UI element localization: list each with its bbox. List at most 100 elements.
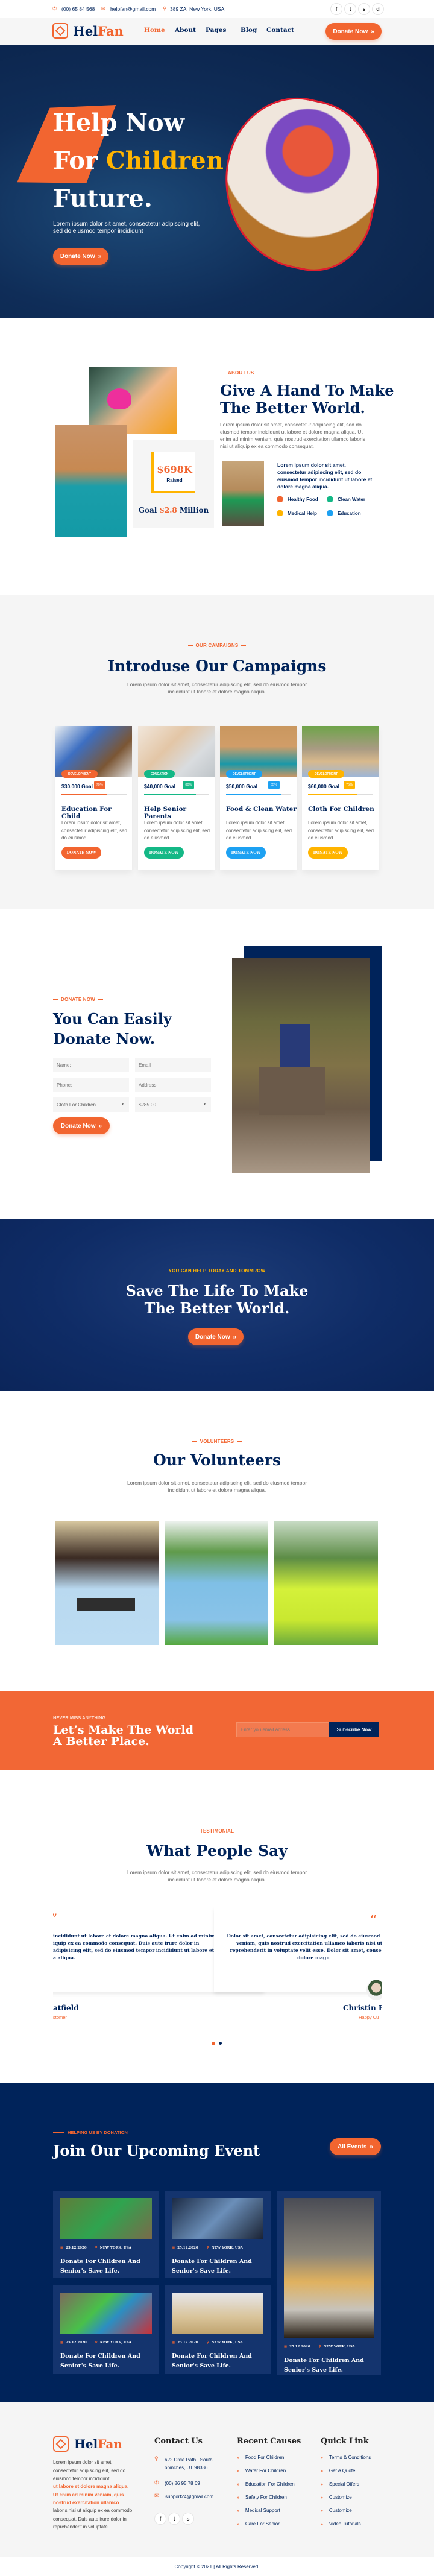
logo-text-a: Hel bbox=[73, 23, 98, 39]
event-card[interactable]: ▦ 25.12.2020 ⚲ NEW YORK, USA Donate For Chil… bbox=[165, 2285, 271, 2374]
footer-link[interactable]: » Video Tutorials bbox=[321, 2521, 361, 2527]
event-card[interactable]: ▦ 25.12.2020 ⚲ NEW YORK, USA Donate For Chil… bbox=[53, 2191, 159, 2278]
event-card[interactable]: ▦ 25.12.2020 ⚲ NEW YORK, USA Donate For Chil… bbox=[277, 2191, 381, 2375]
event-card[interactable]: ▦ 25.12.2020 ⚲ NEW YORK, USA Donate For Chil… bbox=[53, 2285, 159, 2374]
footer-link[interactable]: » Special Offers bbox=[321, 2481, 359, 2487]
footer-link[interactable]: » Education For Children bbox=[237, 2481, 295, 2487]
campaign-image bbox=[302, 726, 379, 777]
volunteer-photo-3[interactable] bbox=[274, 1521, 378, 1645]
skype-icon[interactable]: s bbox=[182, 2513, 194, 2525]
twitter-icon[interactable]: t bbox=[344, 3, 356, 15]
phone-icon: ✆ bbox=[52, 5, 57, 11]
dribbble-icon[interactable]: d bbox=[372, 3, 384, 15]
campaign-tag: EDUCATION bbox=[144, 770, 175, 778]
event-title[interactable]: Donate For Children And Senior's Save Lif… bbox=[60, 2352, 140, 2371]
calendar-icon: ▦ bbox=[60, 2341, 64, 2344]
nav-contact[interactable]: Contact bbox=[266, 27, 294, 34]
footer-link[interactable]: » Medical Support bbox=[237, 2508, 280, 2514]
about-bold-text: Lorem ipsum dolor sit amet, consectetur … bbox=[277, 462, 373, 490]
campaign-title[interactable]: Food & Clean Water bbox=[226, 806, 297, 813]
nav-donate-button[interactable]: Donate Now» bbox=[326, 23, 382, 40]
footer-link[interactable]: » Care For Senior bbox=[237, 2521, 280, 2527]
logo[interactable]: HelFan bbox=[52, 23, 124, 39]
events-label: HELPING US BY DONATION bbox=[53, 2130, 128, 2135]
footer-link[interactable]: » Food For Children bbox=[237, 2455, 284, 2461]
email-field[interactable] bbox=[135, 1058, 211, 1072]
facebook-icon[interactable]: f bbox=[154, 2513, 166, 2525]
footer-link[interactable]: » Customize bbox=[321, 2495, 352, 2501]
event-date-text: 25.12.2020 bbox=[177, 2341, 198, 2344]
testimonial-line: veniam, quis nostrud exercitation ullamc… bbox=[236, 1940, 382, 1946]
name-field[interactable] bbox=[53, 1058, 129, 1072]
campaign-donate-button[interactable]: DONATE NOW bbox=[226, 847, 266, 859]
hero-donate-button[interactable]: Donate Now» bbox=[53, 248, 108, 265]
footer-logo[interactable]: HelFan bbox=[53, 2436, 122, 2452]
all-events-button[interactable]: All Events» bbox=[330, 2138, 381, 2155]
donate-form-button[interactable]: Donate Now» bbox=[53, 1117, 110, 1134]
footer-email[interactable]: support24@gmail.com bbox=[165, 2494, 213, 2499]
subscribe-button[interactable]: Subscribe Now bbox=[329, 1722, 379, 1737]
event-image bbox=[172, 2198, 263, 2239]
campaign-progress-fill bbox=[226, 794, 281, 795]
volunteer-photo-1[interactable] bbox=[55, 1521, 159, 1645]
event-card[interactable]: ▦ 25.12.2020 ⚲ NEW YORK, USA Donate For Chil… bbox=[165, 2191, 271, 2278]
footer-link[interactable]: » Customize bbox=[321, 2508, 352, 2514]
testimonial-carousel[interactable]: ” incididunt ut labore et dolore magna a… bbox=[53, 1907, 382, 2028]
event-date-text: 25.12.2020 bbox=[289, 2345, 310, 2349]
campaign-donate-button[interactable]: DONATE NOW bbox=[308, 847, 348, 859]
footer-link[interactable]: » Safety For Children bbox=[237, 2495, 287, 2501]
skype-icon[interactable]: s bbox=[358, 3, 370, 15]
address-field[interactable] bbox=[135, 1078, 211, 1092]
cause-select[interactable]: Cloth For Children ▼ bbox=[53, 1097, 129, 1112]
footer-link[interactable]: » Get A Quote bbox=[321, 2468, 356, 2474]
event-title[interactable]: Donate For Children And Senior's Save Lif… bbox=[172, 2352, 252, 2371]
carousel-dot-2[interactable] bbox=[219, 2042, 222, 2045]
topbar-email[interactable]: helpfan@gmail.com bbox=[110, 6, 156, 12]
footer-link[interactable]: » Water For Children bbox=[237, 2468, 286, 2474]
testimonials-title: What People Say bbox=[146, 1842, 288, 1860]
nav-blog[interactable]: Blog bbox=[241, 27, 257, 34]
facebook-icon[interactable]: f bbox=[330, 3, 342, 15]
nav-donate-label: Donate Now bbox=[333, 28, 368, 35]
volunteers-text: Lorem ipsum dolor sit amet, consectetur … bbox=[0, 1479, 434, 1494]
location-icon: ⚲ bbox=[163, 5, 167, 11]
footer: HelFan Lorem ipsum dolor sit amet, conse… bbox=[0, 2402, 434, 2557]
footer-link-label: Care For Senior bbox=[245, 2521, 280, 2527]
amount-select[interactable]: $285.00 ▼ bbox=[135, 1097, 211, 1112]
campaign-title[interactable]: Help Senior Parents bbox=[144, 806, 215, 820]
banner-donate-button[interactable]: Donate Now» bbox=[188, 1328, 244, 1345]
event-title[interactable]: Donate For Children And Senior's Save Lif… bbox=[172, 2257, 252, 2276]
volunteer-photo-2[interactable] bbox=[165, 1521, 268, 1645]
newsletter-email-input[interactable] bbox=[236, 1722, 329, 1737]
double-chevron-right-icon: » bbox=[321, 2483, 323, 2487]
event-image bbox=[60, 2293, 152, 2334]
campaign-card: DEVELOPMENT $50,000 Goal 85% Food & Clean W… bbox=[220, 726, 297, 870]
double-chevron-right-icon: » bbox=[321, 2522, 323, 2527]
campaign-title[interactable]: Education For Child bbox=[61, 806, 132, 820]
campaign-text: Lorem ipsum dolor sit amet, consectetur … bbox=[226, 820, 292, 841]
donate-form-button-label: Donate Now bbox=[60, 1122, 96, 1129]
banner-title-line2: The Better World. bbox=[144, 1299, 290, 1317]
nav-about[interactable]: About bbox=[175, 27, 196, 34]
event-title[interactable]: Donate For Children And Senior's Save Lif… bbox=[60, 2257, 140, 2276]
footer-link-label: Water For Children bbox=[245, 2468, 286, 2473]
carousel-dots bbox=[212, 2042, 222, 2045]
campaign-donate-button[interactable]: DONATE NOW bbox=[144, 847, 184, 859]
nav-home[interactable]: Home bbox=[144, 27, 165, 34]
event-meta: ▦ 25.12.2020 ⚲ NEW YORK, USA bbox=[60, 2341, 131, 2344]
campaign-donate-button[interactable]: DONATE NOW bbox=[61, 847, 101, 859]
volunteers-label: VOLUNTEERS bbox=[0, 1439, 434, 1444]
cta-banner: YOU CAN HELP TODAY AND TOMMROW Save The … bbox=[0, 1219, 434, 1391]
carousel-dot-1[interactable] bbox=[212, 2042, 215, 2045]
phone-field[interactable] bbox=[53, 1078, 129, 1092]
mail-icon: ✉ bbox=[154, 2493, 160, 2499]
nav-pages[interactable]: Pages bbox=[206, 27, 226, 34]
footer-link[interactable]: » Terms & Conditions bbox=[321, 2455, 371, 2461]
event-title[interactable]: Donate For Children And Senior's Save Lif… bbox=[284, 2356, 364, 2375]
chevron-down-icon: ▼ bbox=[203, 1103, 206, 1106]
feature-label: Healthy Food bbox=[288, 497, 318, 502]
twitter-icon[interactable]: t bbox=[168, 2513, 180, 2525]
campaign-title[interactable]: Cloth For Children bbox=[308, 806, 374, 813]
raised-box: $698K Raised Goal $2.8 Million bbox=[133, 440, 214, 528]
donate-title-line2: Donate Now. bbox=[53, 1030, 156, 1047]
